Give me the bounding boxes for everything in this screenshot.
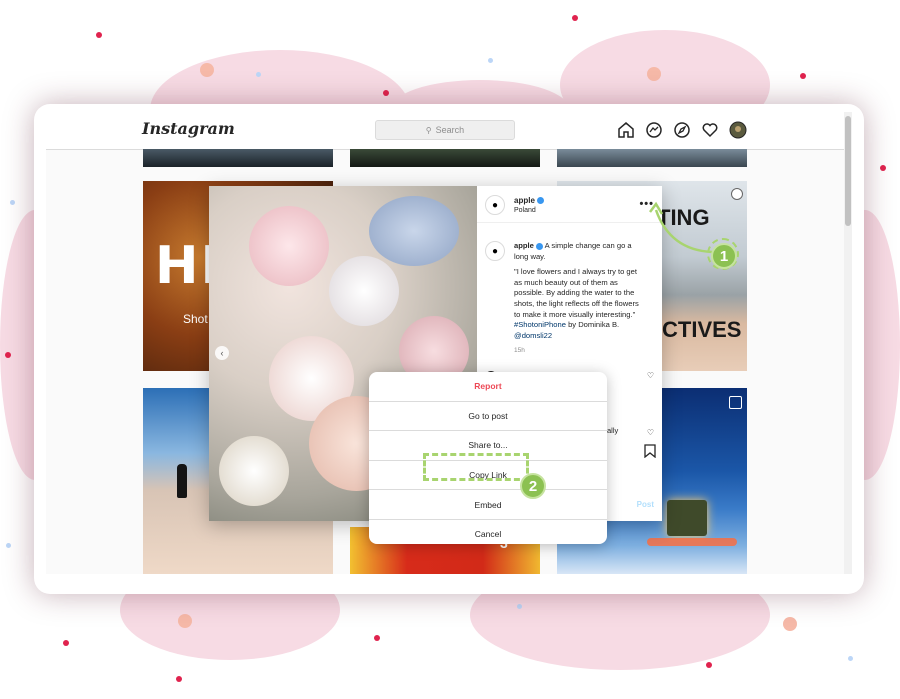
flower	[329, 256, 399, 326]
nav-icons	[617, 121, 747, 139]
explore-icon[interactable]	[673, 121, 691, 139]
heart-icon[interactable]	[701, 121, 719, 139]
decor-dot	[647, 67, 661, 81]
decor-dot	[5, 352, 11, 358]
decor-dot	[800, 73, 806, 79]
decor-dot	[256, 72, 261, 77]
comment-like-icon[interactable]: ♡	[647, 371, 654, 380]
decor-dot	[517, 604, 522, 609]
scrollbar-thumb[interactable]	[845, 116, 851, 226]
menu-item-embed[interactable]: Embed	[369, 490, 607, 520]
decor-dot	[572, 15, 578, 21]
grid-tile[interactable]	[143, 149, 333, 167]
search-placeholder: Search	[435, 125, 465, 135]
decor-dot	[176, 676, 182, 682]
post-comment-button[interactable]: Post	[637, 500, 654, 509]
verified-badge-icon	[537, 197, 545, 205]
flower	[219, 436, 289, 506]
tile-1-subtext: Shot	[183, 312, 208, 326]
decor-dot	[6, 543, 11, 548]
flower	[369, 196, 459, 266]
decor-dot	[374, 635, 380, 641]
menu-item-cancel[interactable]: Cancel	[369, 520, 607, 544]
silhouette-figure	[177, 464, 187, 498]
tile-2-text: TING	[657, 205, 710, 230]
step-1-badge: 1	[711, 243, 737, 269]
menu-item-report[interactable]: Report	[369, 372, 607, 402]
decor-dot	[178, 614, 192, 628]
grid-tile[interactable]	[350, 149, 540, 167]
post-timestamp: 15h	[514, 347, 525, 354]
apple-logo-avatar[interactable]: ●	[485, 195, 505, 215]
jeep-vehicle	[667, 500, 707, 536]
post-header: ● apple Poland •••	[477, 186, 662, 223]
bookmark-icon[interactable]	[644, 444, 656, 463]
decor-dot	[783, 617, 797, 631]
caption-body: "I love flowers and I always try to get …	[514, 267, 639, 319]
step-2-badge: 2	[520, 473, 546, 499]
decor-dot	[488, 58, 493, 63]
copy-link-highlight	[423, 453, 529, 481]
apple-logo-avatar[interactable]: ●	[485, 241, 505, 261]
browser-frame: Instagram ⚲ Search Shot TING CTIVES ‹ ● …	[34, 104, 864, 594]
menu-item-go-to-post[interactable]: Go to post	[369, 402, 607, 432]
decor-dot	[706, 662, 712, 668]
multi-post-icon	[729, 396, 742, 409]
top-navigation: Instagram ⚲ Search	[46, 112, 852, 150]
scrollbar[interactable]	[844, 112, 852, 574]
caption-username[interactable]: apple	[514, 241, 534, 250]
post-location[interactable]: Poland	[514, 207, 536, 214]
decor-dot	[63, 640, 69, 646]
comment-like-icon[interactable]: ♡	[647, 428, 654, 437]
decor-dot	[200, 63, 214, 77]
decor-dot	[10, 200, 15, 205]
instagram-screen: Instagram ⚲ Search Shot TING CTIVES ‹ ● …	[46, 112, 852, 574]
search-icon: ⚲	[425, 125, 432, 135]
mention-link[interactable]: @domsli22	[514, 331, 552, 340]
decor-dot	[848, 656, 853, 661]
caption-byline: by Dominika B.	[568, 320, 620, 330]
decor-dot	[880, 165, 886, 171]
verified-badge-icon	[535, 242, 543, 250]
profile-avatar[interactable]	[729, 121, 747, 139]
flower	[249, 206, 329, 286]
tile-3-text: CTIVES	[662, 317, 742, 342]
multi-post-icon	[731, 188, 743, 200]
more-options-button[interactable]: •••	[639, 198, 654, 210]
post-username[interactable]: apple	[514, 196, 545, 205]
decor-dot	[96, 32, 102, 38]
grid-tile[interactable]	[557, 149, 747, 167]
instagram-logo[interactable]: Instagram	[142, 119, 235, 138]
search-input[interactable]: ⚲ Search	[375, 120, 515, 140]
decor-dot	[383, 90, 389, 96]
glow-light	[647, 538, 737, 546]
post-caption: apple A simple change can go a long way.…	[514, 241, 642, 341]
home-icon[interactable]	[617, 121, 635, 139]
carousel-prev-button[interactable]: ‹	[215, 346, 229, 360]
messenger-icon[interactable]	[645, 121, 663, 139]
hashtag-link[interactable]: #ShotoniPhone	[514, 320, 566, 329]
